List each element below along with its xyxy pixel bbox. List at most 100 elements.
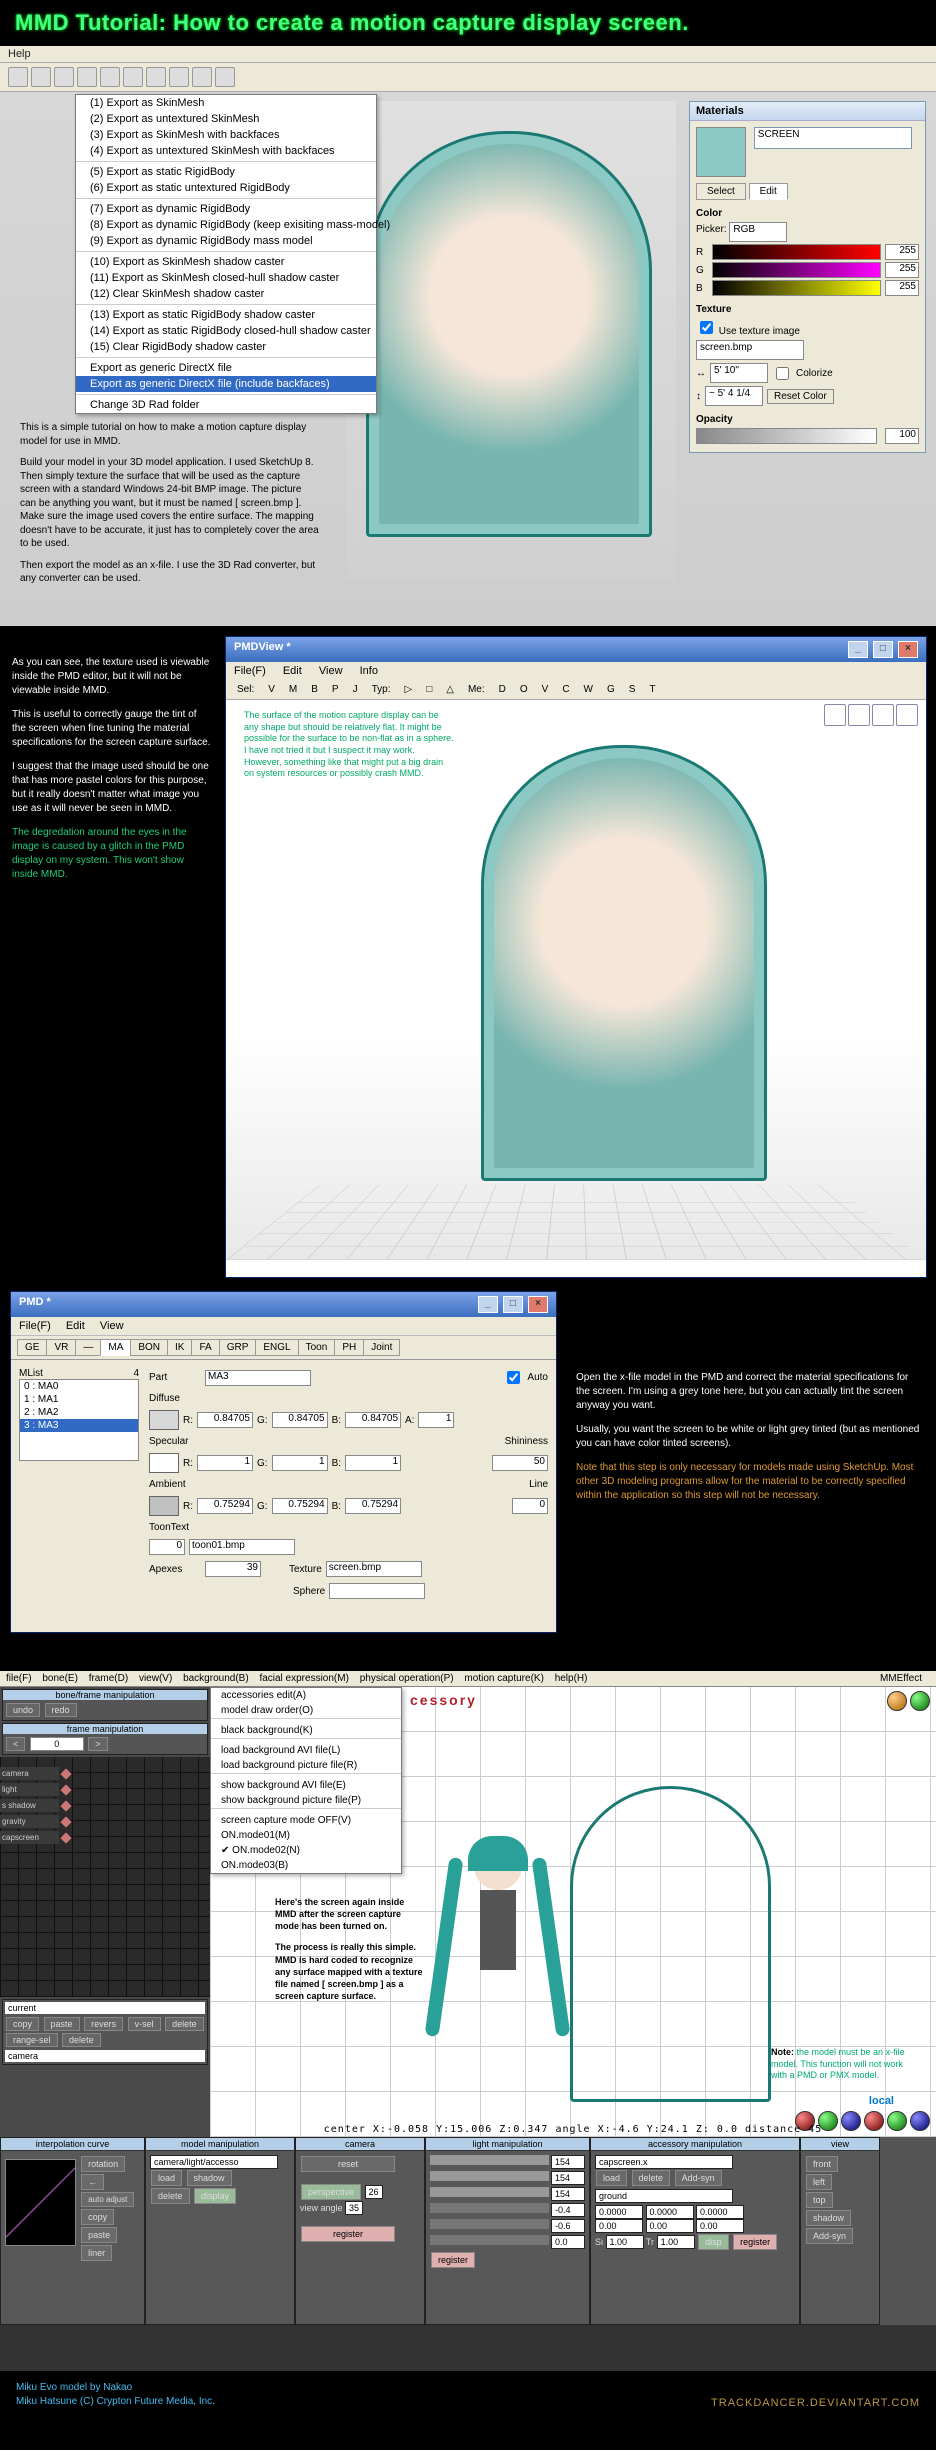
addsyn-button[interactable]: Add-syn [806, 2228, 853, 2244]
mlist-item[interactable]: 1 : MA1 [20, 1393, 138, 1406]
light-g-slider[interactable] [430, 2171, 549, 2181]
light-x[interactable]: -0.4 [551, 2203, 585, 2217]
top-button[interactable]: top [806, 2192, 833, 2208]
load-button[interactable]: load [596, 2170, 627, 2186]
timeline-keyframe[interactable] [60, 1832, 71, 1843]
timeline-keyframe[interactable] [60, 1816, 71, 1827]
maximize-icon[interactable]: □ [503, 1296, 523, 1313]
toolbar-icon[interactable] [77, 67, 97, 87]
view-angle[interactable]: 35 [345, 2201, 363, 2215]
export-menu-item[interactable]: Export as generic DirectX file [76, 360, 376, 376]
r-slider[interactable] [712, 244, 881, 260]
b-slider[interactable] [712, 280, 881, 296]
toolbar-item[interactable]: B [306, 683, 323, 696]
acc-file[interactable]: capscreen.x [595, 2155, 733, 2169]
bg-menu-item[interactable]: accessories edit(A) [211, 1688, 401, 1703]
light-z[interactable]: 0.0 [551, 2235, 585, 2249]
nav-move-icon[interactable] [824, 704, 846, 726]
left-button[interactable]: left [806, 2174, 832, 2190]
spec-b[interactable]: 1 [345, 1455, 401, 1471]
diff-g[interactable]: 0.84705 [272, 1412, 328, 1428]
maximize-icon[interactable]: □ [873, 641, 893, 658]
undo-button[interactable]: undo [6, 1703, 40, 1717]
minimize-icon[interactable]: _ [848, 641, 868, 658]
rotation-button[interactable]: rotation [81, 2156, 125, 2172]
export-menu-item[interactable]: (14) Export as static RigidBody closed-h… [76, 323, 376, 339]
part-field[interactable]: MA3 [205, 1370, 311, 1386]
auto-checkbox[interactable] [507, 1371, 520, 1384]
light-r[interactable]: 154 [551, 2155, 585, 2169]
frame-prev[interactable]: < [6, 1737, 25, 1751]
nav-reset-icon[interactable] [896, 704, 918, 726]
copy-button[interactable]: copy [6, 2017, 39, 2031]
minimize-icon[interactable]: _ [478, 1296, 498, 1313]
menu-motion[interactable]: motion capture(K) [464, 1673, 543, 1684]
tab-bon[interactable]: BON [130, 1339, 168, 1356]
export-menu-item[interactable]: (4) Export as untextured SkinMesh with b… [76, 143, 376, 159]
timeline-row-label[interactable]: camera [0, 1767, 59, 1780]
g-value[interactable]: 255 [885, 262, 919, 278]
spec-g[interactable]: 1 [272, 1455, 328, 1471]
toolbar-item[interactable]: ▷ [400, 683, 418, 696]
cam-angle[interactable]: 26 [365, 2185, 383, 2199]
tab-toon[interactable]: Toon [298, 1339, 336, 1356]
toolbar-item[interactable]: S [624, 683, 641, 696]
bg-menu-item[interactable]: ON.mode02(N) [211, 1843, 401, 1858]
tab-—[interactable]: — [75, 1339, 101, 1356]
tab-edit[interactable]: Edit [749, 183, 788, 200]
copy-button[interactable]: copy [81, 2209, 114, 2225]
menu-file[interactable]: file(F) [6, 1673, 32, 1684]
shininess[interactable]: 50 [492, 1455, 548, 1471]
reset-button[interactable]: reset [301, 2156, 395, 2172]
menu-physical[interactable]: physical operation(P) [360, 1673, 454, 1684]
acc-tr[interactable]: 1.00 [657, 2235, 695, 2249]
timeline-keyframe[interactable] [60, 1784, 71, 1795]
texture-file-field[interactable]: screen.bmp [696, 340, 804, 360]
tab-ik[interactable]: IK [167, 1339, 192, 1356]
timeline-row-label[interactable]: light [0, 1783, 59, 1796]
apexes[interactable]: 39 [205, 1561, 261, 1577]
toolbar-icon[interactable] [123, 67, 143, 87]
pmdview-viewport[interactable]: The surface of the motion capture displa… [226, 700, 926, 1260]
mlist-item[interactable]: 0 : MA0 [20, 1380, 138, 1393]
b-value[interactable]: 255 [885, 280, 919, 296]
diff-b[interactable]: 0.84705 [345, 1412, 401, 1428]
picker-select[interactable]: RGB [729, 222, 787, 242]
bg-menu-item[interactable]: show background AVI file(E) [211, 1778, 401, 1793]
frame-next[interactable]: > [88, 1737, 107, 1751]
paste-button[interactable]: paste [81, 2227, 117, 2243]
acc-x[interactable]: 0.0000 [595, 2205, 643, 2219]
export-menu-item[interactable]: (15) Clear RigidBody shadow caster [76, 339, 376, 355]
toolbar-item[interactable]: V [263, 683, 280, 696]
menu-help[interactable]: help(H) [555, 1673, 588, 1684]
menu-view[interactable]: View [319, 665, 343, 677]
perspective-button[interactable]: perspective [301, 2184, 361, 2200]
light-y[interactable]: -0.6 [551, 2219, 585, 2233]
bg-menu-item[interactable]: black background(K) [211, 1723, 401, 1738]
paste-button[interactable]: paste [44, 2017, 80, 2031]
toolbar-icon[interactable] [31, 67, 51, 87]
toolbar-icon[interactable] [146, 67, 166, 87]
colorize-checkbox[interactable] [776, 367, 789, 380]
current-field[interactable]: current [5, 2002, 205, 2014]
mlist-item[interactable]: 2 : MA2 [20, 1406, 138, 1419]
toolbar-icon[interactable] [169, 67, 189, 87]
toolbar-icon[interactable] [54, 67, 74, 87]
menu-background[interactable]: background(B) [183, 1673, 249, 1684]
material-thumb[interactable] [696, 127, 746, 177]
model-select[interactable]: camera/light/accesso [150, 2155, 278, 2169]
nav-zoom-icon[interactable] [872, 704, 894, 726]
diff-r[interactable]: 0.84705 [197, 1412, 253, 1428]
autoadjust-button[interactable]: auto adjust [81, 2192, 134, 2207]
light-b[interactable]: 154 [551, 2187, 585, 2201]
export-menu-item[interactable]: (1) Export as SkinMesh [76, 95, 376, 111]
register-button[interactable]: register [431, 2252, 475, 2268]
register-button[interactable]: register [301, 2226, 395, 2242]
export-menu-item[interactable]: Change 3D Rad folder [76, 397, 376, 413]
mlist-item[interactable]: 3 : MA3 [20, 1419, 138, 1432]
eye-icon[interactable] [910, 1691, 930, 1711]
menu-view[interactable]: View [100, 1320, 124, 1332]
acc-z[interactable]: 0.0000 [696, 2205, 744, 2219]
export-menu-item[interactable]: Export as generic DirectX file (include … [76, 376, 376, 392]
toolbar-item[interactable]: △ [441, 683, 459, 696]
